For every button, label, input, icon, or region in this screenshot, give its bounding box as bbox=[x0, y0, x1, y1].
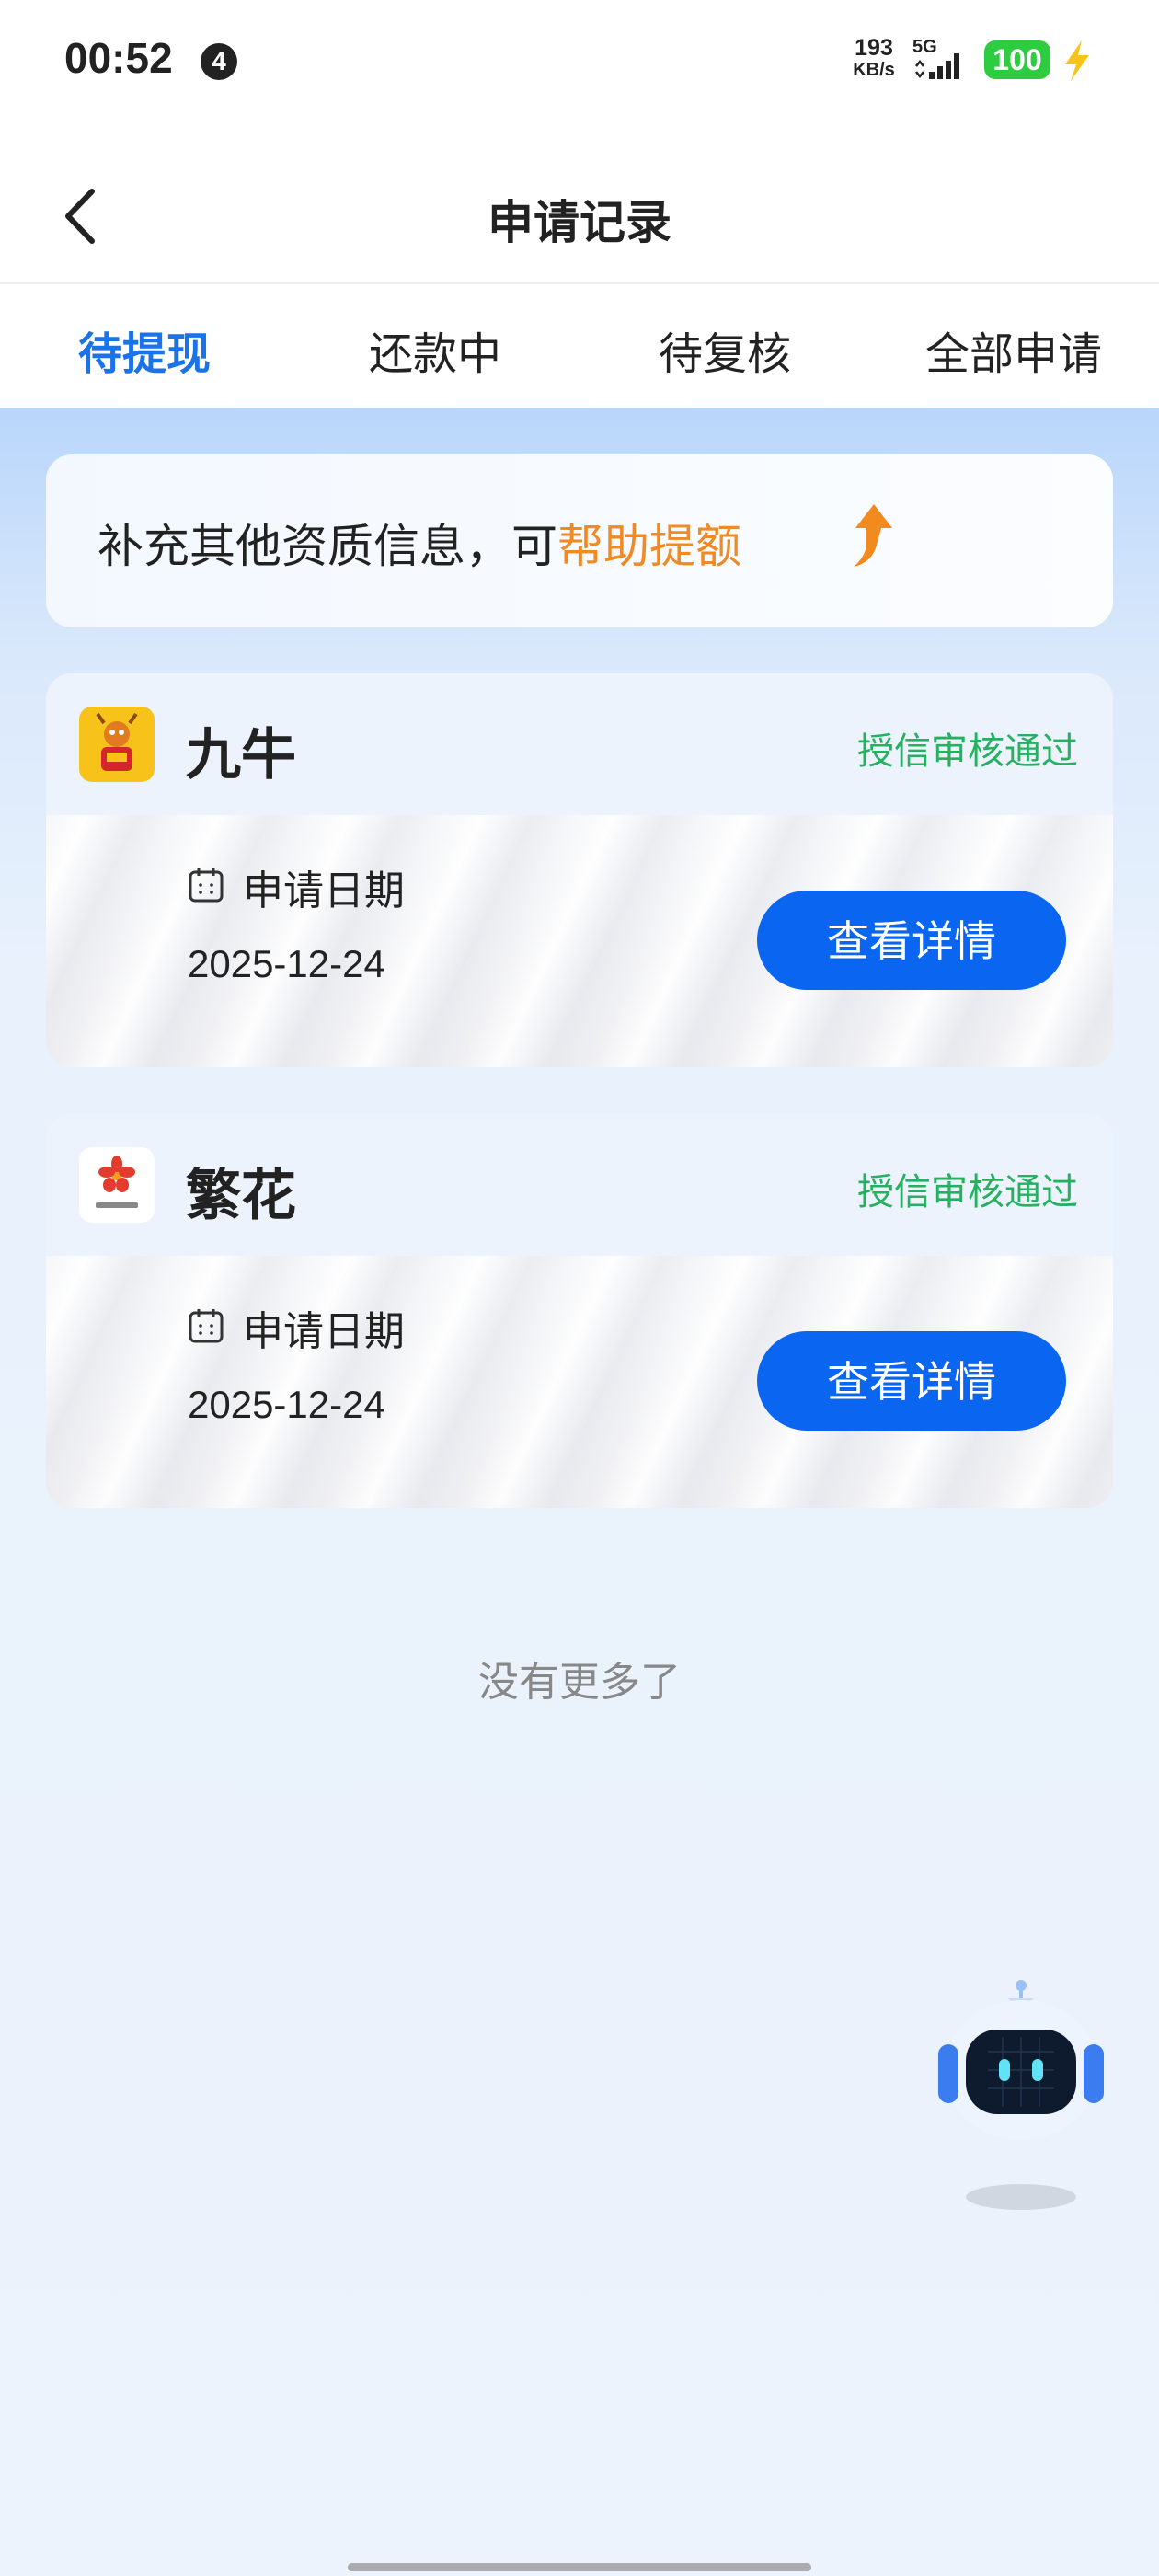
calendar-icon bbox=[189, 1309, 224, 1343]
net-speed-value: 193 bbox=[855, 35, 893, 61]
page-title: 申请记录 bbox=[488, 196, 671, 249]
home-indicator[interactable] bbox=[348, 2563, 811, 2571]
app-name: 繁花 bbox=[186, 1164, 296, 1228]
network-speed: 193 KB/s bbox=[846, 37, 901, 81]
arrow-up-icon bbox=[854, 504, 892, 567]
promo-text-main: 补充其他资质信息，可 bbox=[98, 520, 557, 573]
tab-pending-review[interactable]: 待复核 bbox=[605, 317, 844, 382]
view-details-button[interactable]: 查看详情 bbox=[757, 1331, 1066, 1431]
signal-icon: 5G bbox=[912, 37, 977, 83]
tab-pending-withdrawal[interactable]: 待提现 bbox=[25, 317, 264, 382]
date-label: 申请日期 bbox=[243, 868, 405, 914]
status-badge: 授信审核通过 bbox=[857, 1171, 1078, 1213]
date-label: 申请日期 bbox=[243, 1308, 405, 1355]
tab-bar: 待提现 还款中 待复核 全部申请 bbox=[0, 284, 1159, 408]
application-card: 九牛 授信审核通过 申请日期 2025-12-24 查看详情 bbox=[46, 673, 1113, 1067]
notification-count-badge: 4 bbox=[201, 43, 237, 80]
battery-icon: 100 bbox=[984, 40, 1050, 79]
app-name: 九牛 bbox=[186, 723, 296, 788]
robot-assistant-icon[interactable] bbox=[929, 1978, 1113, 2217]
application-card: 繁花 授信审核通过 申请日期 2025-12-24 查看详情 bbox=[46, 1114, 1113, 1508]
status-time: 00:52 bbox=[64, 34, 173, 82]
date-value: 2025-12-24 bbox=[188, 942, 385, 985]
net-speed-unit: KB/s bbox=[853, 60, 895, 80]
promo-highlight: 帮助提额 bbox=[557, 520, 741, 573]
fanhua-logo bbox=[79, 1147, 155, 1223]
promo-text: 补充其他资质信息，可帮助提额 bbox=[98, 510, 741, 576]
date-value: 2025-12-24 bbox=[188, 1383, 385, 1426]
tab-all-applications[interactable]: 全部申请 bbox=[894, 317, 1133, 382]
navigation-bar: 申请记录 bbox=[0, 129, 1159, 283]
view-details-button[interactable]: 查看详情 bbox=[757, 891, 1066, 990]
promo-banner[interactable]: 补充其他资质信息，可帮助提额 bbox=[46, 454, 1113, 627]
no-more-text: 没有更多了 bbox=[478, 1659, 681, 1706]
status-bar: 00:52 4 193 KB/s 5G 100 bbox=[0, 0, 1159, 129]
charging-icon bbox=[1065, 40, 1089, 81]
tab-repaying[interactable]: 还款中 bbox=[316, 317, 555, 382]
status-badge: 授信审核通过 bbox=[857, 730, 1078, 773]
calendar-icon bbox=[189, 868, 224, 903]
jiuniu-logo bbox=[79, 707, 155, 782]
